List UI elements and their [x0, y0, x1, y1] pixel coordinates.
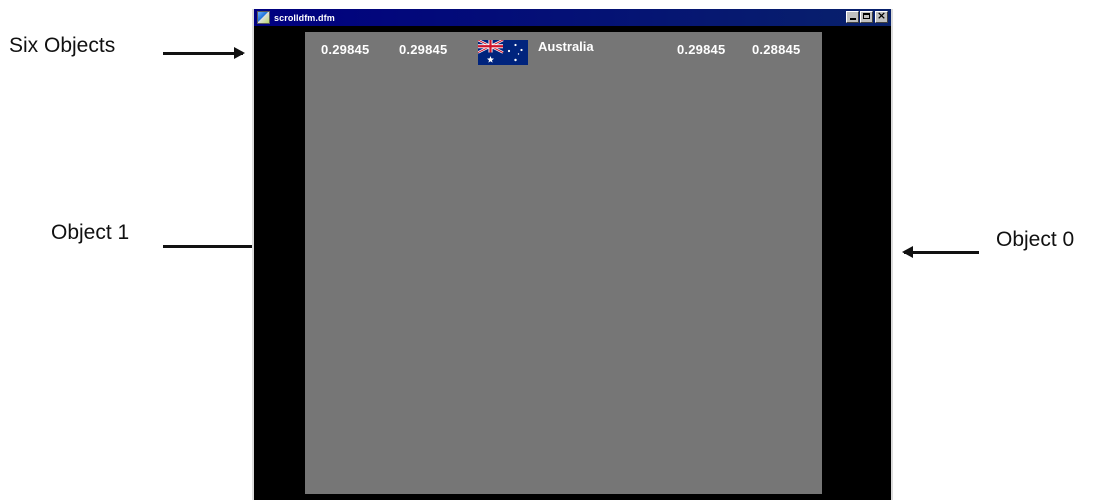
ticker-value-4: 0.28845	[752, 42, 801, 57]
window-content: 0.29845 0.29845 Australia 0.29845 0.2884…	[254, 26, 891, 500]
country-label: Australia	[538, 39, 594, 54]
app-icon	[257, 11, 270, 24]
arrow-six-objects	[163, 47, 245, 59]
window-controls: ×	[845, 9, 888, 23]
object-0-panel	[821, 26, 891, 500]
annotation-object-1: Object 1	[51, 221, 130, 244]
object-1-panel: 0.29845 0.29845 Australia 0.29845 0.2884…	[305, 32, 822, 494]
maximize-button[interactable]	[860, 11, 873, 23]
maximize-icon	[863, 13, 870, 19]
ticker-value-2: 0.29845	[399, 42, 448, 57]
app-window: scrolldfm.dfm × 0.29845 0.29845 Australi…	[252, 9, 893, 500]
close-button[interactable]: ×	[875, 9, 888, 23]
window-titlebar[interactable]: scrolldfm.dfm ×	[254, 9, 891, 26]
annotation-object-0: Object 0	[996, 228, 1075, 251]
annotation-six-objects: Six Objects	[9, 34, 116, 57]
window-title: scrolldfm.dfm	[274, 12, 335, 23]
minimize-button[interactable]	[846, 11, 859, 23]
minimize-icon	[850, 18, 856, 20]
close-icon: ×	[876, 9, 887, 22]
object-left-black	[254, 26, 303, 500]
ticker-value-1: 0.29845	[321, 42, 370, 57]
australia-flag-icon	[478, 40, 528, 65]
arrow-object-0	[902, 246, 979, 258]
six-objects-ticker: 0.29845 0.29845 Australia 0.29845 0.2884…	[305, 32, 822, 65]
ticker-value-3: 0.29845	[677, 42, 726, 57]
